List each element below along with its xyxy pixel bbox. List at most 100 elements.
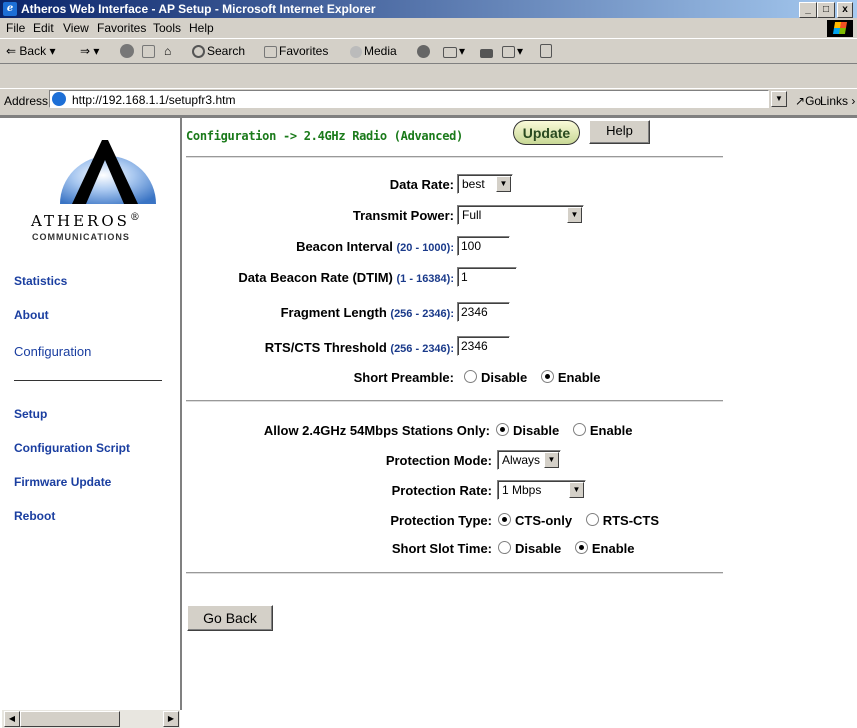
logo-wordmark: ATHEROS® xyxy=(31,212,140,230)
fragment-length-label: Fragment Length (256 - 2346): xyxy=(280,305,454,320)
protection-type-label: Protection Type: xyxy=(390,513,492,528)
favorites-button[interactable]: Favorites xyxy=(264,44,328,58)
short-preamble-label: Short Preamble: xyxy=(353,370,454,385)
sidebar-item-statistics[interactable]: Statistics xyxy=(14,274,67,288)
print-button[interactable] xyxy=(480,44,495,58)
favorites-icon xyxy=(264,46,277,58)
fragment-length-input[interactable]: 2346 xyxy=(457,302,510,322)
chevron-down-icon: ▼ xyxy=(496,176,511,192)
window-title-bar: e Atheros Web Interface - AP Setup - Mic… xyxy=(0,0,857,18)
go-arrow-icon: ↗ xyxy=(795,94,806,108)
menu-edit[interactable]: Edit xyxy=(33,21,54,35)
maximize-button[interactable]: □ xyxy=(817,2,835,18)
update-button[interactable]: Update xyxy=(513,120,580,145)
back-arrow-icon: ⇐ xyxy=(6,44,17,58)
form-bottom-divider xyxy=(186,572,723,574)
sidebar-item-setup[interactable]: Setup xyxy=(14,407,47,421)
sidebar-item-configuration-script[interactable]: Configuration Script xyxy=(14,441,130,455)
refresh-button[interactable] xyxy=(142,44,157,58)
stop-button[interactable] xyxy=(120,44,136,58)
beacon-interval-label: Beacon Interval (20 - 1000): xyxy=(296,239,454,254)
short-preamble-disable-radio[interactable] xyxy=(464,370,477,383)
rts-threshold-input[interactable]: 2346 xyxy=(457,336,510,356)
allow-54mbps-disable-radio[interactable] xyxy=(496,423,509,436)
short-slot-time-enable-radio[interactable] xyxy=(574,541,588,554)
transmit-power-label: Transmit Power: xyxy=(352,208,454,223)
go-button[interactable]: ↗Go xyxy=(795,94,821,108)
discuss-icon xyxy=(540,44,552,58)
short-slot-time-disable-radio[interactable] xyxy=(498,541,511,554)
address-dropdown-button[interactable]: ▼ xyxy=(771,91,787,107)
toolbar: ⇐ Back ▾ ⇒ ▾ ⌂ Search Favorites Media ▾ … xyxy=(0,39,857,64)
chevron-down-icon: ▼ xyxy=(569,482,584,498)
sidebar-divider xyxy=(14,380,162,381)
mail-button[interactable]: ▾ xyxy=(443,44,465,58)
edit-button[interactable]: ▾ xyxy=(502,44,523,58)
beacon-interval-input[interactable]: 100 xyxy=(457,236,510,256)
sidebar-item-configuration[interactable]: Configuration xyxy=(14,344,91,359)
transmit-power-select[interactable]: Full ▼ xyxy=(457,205,584,225)
ie-icon: e xyxy=(3,2,17,16)
menu-bar: File Edit View Favorites Tools Help xyxy=(0,18,857,39)
menu-file[interactable]: File xyxy=(6,21,25,35)
rts-threshold-label: RTS/CTS Threshold (256 - 2346): xyxy=(264,340,454,355)
address-url: http://192.168.1.1/setupfr3.htm xyxy=(72,93,236,107)
history-icon xyxy=(417,45,430,58)
scroll-left-button[interactable]: ◀ xyxy=(4,711,20,727)
links-button[interactable]: Links › xyxy=(820,94,855,108)
stop-icon xyxy=(120,44,134,58)
allow-54mbps-label: Allow 2.4GHz 54Mbps Stations Only: xyxy=(263,423,490,438)
menu-view[interactable]: View xyxy=(63,21,89,35)
dtim-input[interactable]: 1 xyxy=(457,267,517,287)
protection-mode-select[interactable]: Always ▼ xyxy=(497,450,561,470)
protection-rate-select[interactable]: 1 Mbps ▼ xyxy=(497,480,586,500)
allow-54mbps-group: Disable Enable xyxy=(490,423,633,438)
close-button[interactable]: x xyxy=(837,2,853,18)
address-input[interactable]: http://192.168.1.1/setupfr3.htm xyxy=(49,90,769,108)
address-label: Address xyxy=(4,94,49,108)
search-button[interactable]: Search xyxy=(192,44,245,58)
section-divider xyxy=(186,400,723,402)
scroll-right-button[interactable]: ▶ xyxy=(163,711,179,727)
page-icon xyxy=(52,92,66,106)
menu-favorites[interactable]: Favorites xyxy=(97,21,146,35)
short-preamble-enable-radio[interactable] xyxy=(540,370,554,383)
windows-logo-icon xyxy=(827,20,853,37)
chevron-down-icon: ▼ xyxy=(544,452,559,468)
protection-type-group: CTS-only RTS-CTS xyxy=(492,513,659,528)
short-preamble-group: Disable Enable xyxy=(458,370,601,385)
edit-icon xyxy=(502,46,515,58)
discuss-button[interactable] xyxy=(540,44,554,58)
protection-type-rts-radio[interactable] xyxy=(585,513,599,526)
logo-subtitle: COMMUNICATIONS xyxy=(32,232,130,242)
forward-button[interactable]: ⇒ ▾ xyxy=(80,44,99,58)
mail-icon xyxy=(443,47,457,58)
forward-arrow-icon: ⇒ xyxy=(80,44,91,58)
history-button[interactable] xyxy=(417,44,432,58)
sidebar-item-about[interactable]: About xyxy=(14,308,49,322)
back-button[interactable]: ⇐ Back ▾ xyxy=(6,44,55,58)
allow-54mbps-enable-radio[interactable] xyxy=(572,423,586,436)
chevron-down-icon: ▼ xyxy=(567,207,582,223)
sidebar-item-reboot[interactable]: Reboot xyxy=(14,509,55,523)
home-button[interactable]: ⌂ xyxy=(164,44,171,58)
media-button[interactable]: Media xyxy=(350,44,397,58)
search-icon xyxy=(192,45,205,58)
breadcrumb: Configuration -> 2.4GHz Radio (Advanced) xyxy=(186,129,463,143)
atheros-logo-icon xyxy=(60,140,156,204)
window-title: Atheros Web Interface - AP Setup - Micro… xyxy=(21,2,376,16)
menu-help[interactable]: Help xyxy=(189,21,214,35)
dtim-label: Data Beacon Rate (DTIM) (1 - 16384): xyxy=(238,270,454,285)
minimize-button[interactable]: _ xyxy=(799,2,817,18)
help-button[interactable]: Help xyxy=(589,120,650,144)
media-icon xyxy=(350,46,362,58)
home-icon: ⌂ xyxy=(164,44,172,58)
menu-tools[interactable]: Tools xyxy=(153,21,181,35)
sidebar-item-firmware-update[interactable]: Firmware Update xyxy=(14,475,111,489)
protection-type-cts-radio[interactable] xyxy=(498,513,511,526)
scroll-thumb[interactable] xyxy=(20,711,120,727)
data-rate-select[interactable]: best ▼ xyxy=(457,174,513,194)
protection-mode-label: Protection Mode: xyxy=(385,453,492,468)
go-back-button[interactable]: Go Back xyxy=(187,605,273,631)
header-divider xyxy=(186,156,723,158)
